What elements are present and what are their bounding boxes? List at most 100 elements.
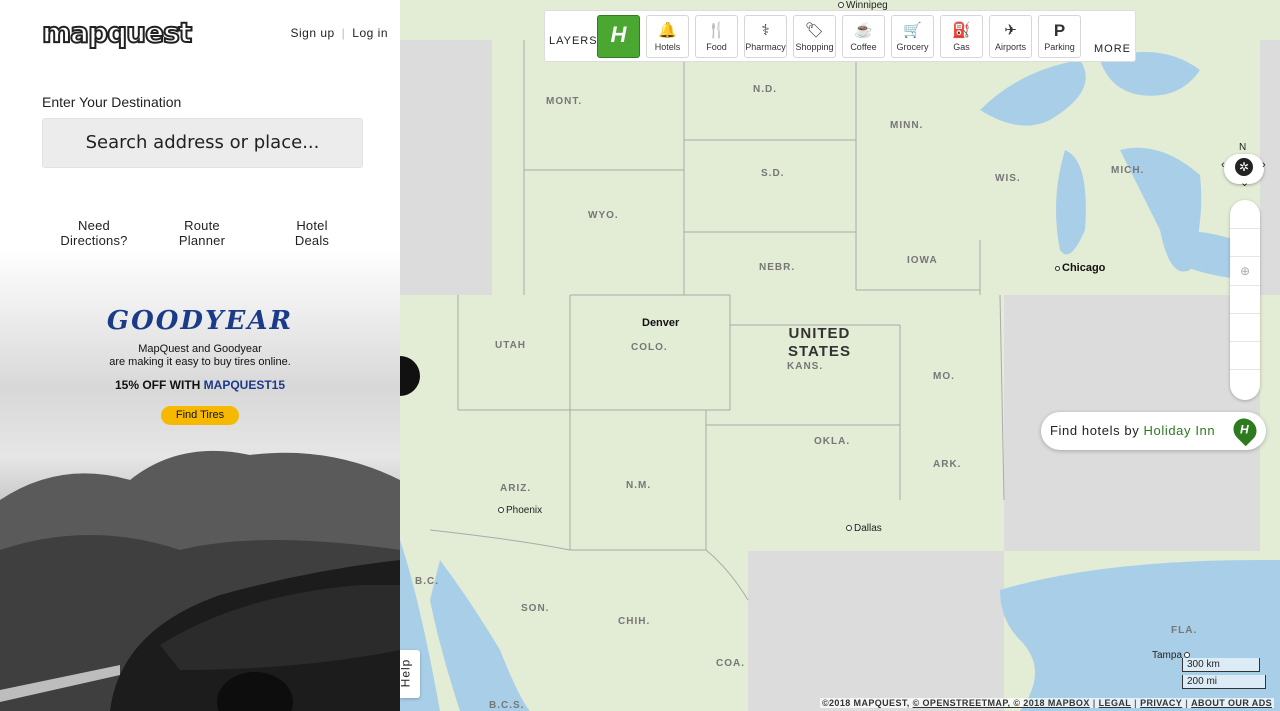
state-label-iowa: IOWA [907, 255, 938, 266]
layers-toolbar: LAYERS H 🔔 Hotels 🍴 Food ⚕ Pharmacy 🏷 Shoppi… [544, 10, 1136, 62]
mapquest-logo[interactable]: mapquest [41, 15, 193, 50]
route-planner-link[interactable]: Route Planner [166, 218, 238, 248]
map-control-button[interactable] [1230, 341, 1260, 370]
quick-link-line: Hotel [296, 218, 328, 233]
promo-code: MAPQUEST15 [203, 378, 286, 392]
layer-button-pharmacy[interactable]: ⚕ Pharmacy [744, 15, 787, 58]
state-label-mo: MO. [933, 371, 955, 382]
destination-label: Enter Your Destination [42, 94, 182, 110]
pan-right-icon[interactable]: › [1262, 159, 1266, 171]
scale-mi: 200 mi [1182, 675, 1266, 689]
city-label: Chicago [1062, 262, 1106, 274]
map-control-button[interactable] [1230, 285, 1260, 314]
layer-button-airports[interactable]: ✈ Airports [989, 15, 1032, 58]
layer-button-shopping[interactable]: 🏷 Shopping [793, 15, 836, 58]
state-label-chih: CHIH. [618, 616, 651, 627]
bell-icon: 🔔 [658, 22, 677, 39]
ad-promo: 15% OFF WITH MAPQUEST15 [0, 378, 400, 392]
footer-divider: | [1134, 698, 1138, 708]
compass-control[interactable]: N ✲ ‹ › ⌄ [1218, 142, 1270, 189]
state-label-wyo: WYO. [588, 210, 619, 221]
auth-links: Sign up | Log in [290, 26, 388, 40]
city-dot [1055, 265, 1060, 271]
quick-link-line: Need [78, 218, 110, 233]
layers-label: LAYERS [549, 35, 598, 47]
layer-button-hotels[interactable]: 🔔 Hotels [646, 15, 689, 58]
coffee-icon: ☕ [854, 22, 873, 39]
holiday-inn-layer-button[interactable]: H [597, 15, 640, 58]
need-directions-link[interactable]: Need Directions? [58, 218, 130, 248]
layer-button-parking[interactable]: P Parking [1038, 15, 1081, 58]
auth-divider: | [341, 26, 346, 40]
city-label: Dallas [854, 523, 882, 534]
state-label-sd: S.D. [761, 168, 785, 179]
map-control-button[interactable] [1230, 370, 1260, 398]
more-layers-button[interactable]: MORE [1094, 43, 1131, 55]
help-tab[interactable]: Help [400, 650, 420, 698]
layer-button-label: Pharmacy [745, 42, 786, 52]
country-label: UNITED STATES [788, 325, 851, 361]
goodyear-ad[interactable]: GOODYEAR MapQuest and Goodyear are makin… [0, 250, 400, 711]
state-label-ariz: ARIZ. [500, 483, 532, 494]
state-label-utah: UTAH [495, 340, 527, 351]
compass-center-icon[interactable]: ✲ [1235, 158, 1253, 176]
city-label: Phoenix [506, 505, 543, 516]
layer-button-coffee[interactable]: ☕ Coffee [842, 15, 885, 58]
state-label-coa: COA. [716, 658, 745, 669]
help-label: Help [400, 658, 413, 688]
state-label-nd: N.D. [753, 84, 777, 95]
quick-link-line: Planner [178, 233, 226, 248]
locate-me-icon[interactable]: ⊕ [1230, 257, 1260, 286]
signup-link[interactable]: Sign up [290, 26, 334, 40]
promo-prefix-text: Find hotels by [1050, 423, 1144, 438]
search-input[interactable]: Search address or place... [42, 118, 363, 168]
find-tires-button[interactable]: Find Tires [161, 406, 239, 425]
goodyear-logo: GOODYEAR [106, 306, 294, 336]
zoom-out-button[interactable] [1230, 228, 1260, 257]
osm-attribution-link[interactable]: © OPENSTREETMAP, © 2018 MAPBOX [913, 698, 1090, 708]
quick-link-line: Directions? [60, 233, 128, 248]
holiday-inn-promo[interactable]: Find hotels by Holiday Inn H [1041, 412, 1266, 450]
country-label-line: UNITED [788, 325, 851, 342]
map-footer: ©2018 MAPQUEST, © OPENSTREETMAP, © 2018 … [820, 698, 1274, 708]
layer-button-grocery[interactable]: 🛒 Grocery [891, 15, 934, 58]
city-label: Tampa [1152, 650, 1183, 661]
state-label-fla: FLA. [1171, 625, 1198, 636]
scale-km: 300 km [1182, 658, 1260, 672]
cart-icon: 🛒 [903, 22, 922, 39]
city-dot [846, 525, 852, 532]
layer-button-label: Airports [994, 42, 1026, 52]
about-ads-link[interactable]: ABOUT OUR ADS [1191, 698, 1272, 708]
plane-icon: ✈ [1004, 22, 1017, 39]
state-label-bc: B.C. [415, 576, 439, 587]
layer-button-label: Coffee [850, 42, 877, 52]
login-link[interactable]: Log in [352, 26, 388, 40]
quick-link-line: Deals [294, 233, 330, 248]
city-denver[interactable]: Denver [642, 317, 679, 329]
gas-pump-icon: ⛽ [952, 22, 971, 39]
hotel-deals-link[interactable]: Hotel Deals [276, 218, 348, 248]
map-controls-stack: ⊕ [1230, 200, 1260, 400]
layer-button-label: Gas [953, 42, 970, 52]
quick-link-line: Route [184, 218, 220, 233]
legal-link[interactable]: LEGAL [1099, 698, 1132, 708]
layer-button-gas[interactable]: ⛽ Gas [940, 15, 983, 58]
city-chicago[interactable]: Chicago [1055, 262, 1105, 274]
city-phoenix[interactable]: Phoenix [498, 505, 542, 516]
city-dallas[interactable]: Dallas [846, 523, 882, 534]
zoom-in-button[interactable] [1230, 200, 1260, 229]
state-label-son: SON. [521, 603, 550, 614]
promo-brand-text: Holiday Inn [1143, 423, 1216, 438]
layer-button-label: Parking [1044, 42, 1075, 52]
layer-button-label: Shopping [795, 42, 834, 52]
pan-down-icon[interactable]: ⌄ [1240, 176, 1249, 189]
map-control-button[interactable] [1230, 313, 1260, 342]
pan-left-icon[interactable]: ‹ [1221, 159, 1225, 171]
state-label-mont: MONT. [546, 96, 583, 107]
city-dot [838, 2, 844, 9]
footer-divider: | [1092, 698, 1096, 708]
map-canvas[interactable]: MONT. N.D. MINN. S.D. WIS. MICH. WYO. NE… [400, 0, 1280, 711]
privacy-link[interactable]: PRIVACY [1140, 698, 1182, 708]
layer-button-food[interactable]: 🍴 Food [695, 15, 738, 58]
compass-north-label: N [1239, 142, 1247, 153]
